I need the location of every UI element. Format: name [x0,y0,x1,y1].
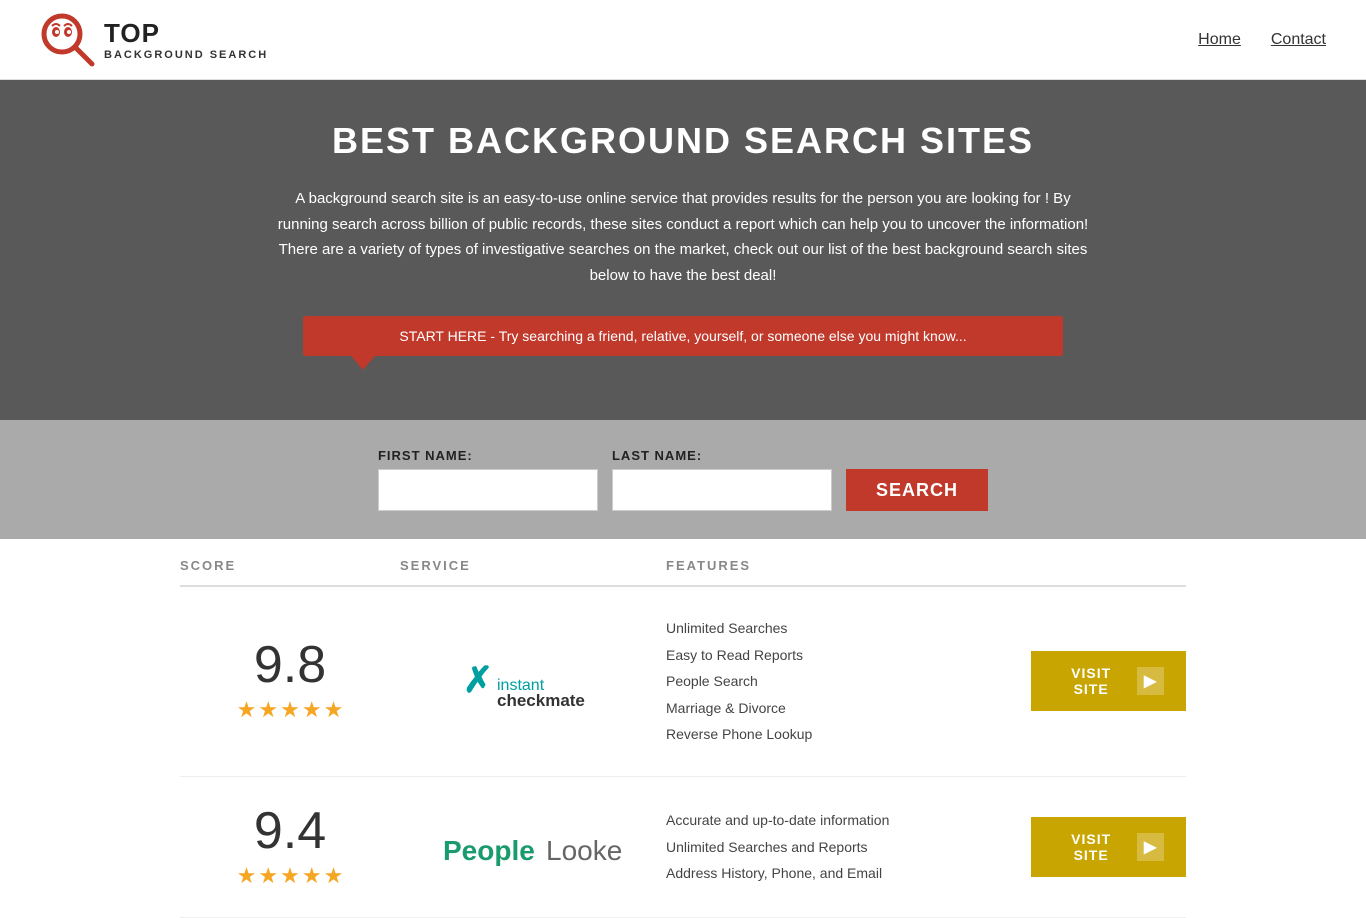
svg-text:Looker: Looker [546,835,623,866]
features-area-1: Unlimited Searches Easy to Read Reports … [666,615,1006,748]
th-action [1006,557,1186,575]
visit-site-button-2[interactable]: VISIT SITE ▶ [1031,817,1186,877]
star-1: ★ [237,697,257,723]
last-name-input[interactable] [612,469,832,511]
star-2: ★ [258,863,278,889]
service-area-1: ✗ instant checkmate [400,656,666,706]
th-service: SERVICE [400,557,666,575]
nav-home[interactable]: Home [1198,31,1241,49]
service-area-2: People Looker [400,822,666,872]
hero-title: BEST BACKGROUND SEARCH SITES [20,120,1346,162]
checkmate-logo-svg: ✗ instant checkmate [463,656,603,706]
peoplelooker-logo-svg: People Looker [443,822,623,872]
score-num-1: 9.8 [254,639,326,691]
svg-text:checkmate: checkmate [497,691,585,706]
stars-2: ★ ★ ★ ★ ★ [237,863,344,889]
main-nav: Home Contact [1198,31,1326,49]
action-area-2: VISIT SITE ▶ [1006,817,1186,877]
hero-description: A background search site is an easy-to-u… [273,186,1093,288]
star-3: ★ [280,863,300,889]
visit-site-label-1: VISIT SITE [1053,665,1129,697]
feature-item: Unlimited Searches and Reports [666,834,1006,861]
logo-sub-text: BACKGROUND SEARCH [104,49,268,61]
site-header: TOP BACKGROUND SEARCH Home Contact [0,0,1366,80]
features-area-2: Accurate and up-to-date information Unli… [666,807,1006,887]
star-3: ★ [280,697,300,723]
feature-item: Reverse Phone Lookup [666,721,1006,748]
feature-item: Accurate and up-to-date information [666,807,1006,834]
svg-text:People: People [443,835,535,866]
peoplelooker-logo: People Looker [443,822,623,872]
first-name-group: FIRST NAME: [378,448,598,511]
nav-contact[interactable]: Contact [1271,31,1326,49]
logo-top-text: TOP [104,18,268,49]
callout-bar: START HERE - Try searching a friend, rel… [303,316,1063,356]
th-score: SCORE [180,557,400,575]
feature-item: Unlimited Searches [666,615,1006,642]
hero-section: BEST BACKGROUND SEARCH SITES A backgroun… [0,80,1366,420]
stars-1: ★ ★ ★ ★ ★ [237,697,344,723]
star-1: ★ [237,863,257,889]
callout-wrap: START HERE - Try searching a friend, rel… [303,316,1063,370]
first-name-label: FIRST NAME: [378,448,598,463]
feature-item: People Search [666,668,1006,695]
feature-item: Address History, Phone, and Email [666,860,1006,887]
score-num-2: 9.4 [254,805,326,857]
logo-text: TOP BACKGROUND SEARCH [104,18,268,61]
search-button[interactable]: SEARCH [846,469,988,511]
last-name-group: LAST NAME: [612,448,832,511]
feature-item: Marriage & Divorce [666,695,1006,722]
table-header: SCORE SERVICE FEATURES [180,539,1186,587]
star-4: ★ [302,863,322,889]
logo-area: TOP BACKGROUND SEARCH [40,12,268,67]
search-form-section: FIRST NAME: LAST NAME: SEARCH [0,420,1366,539]
results-table-section: SCORE SERVICE FEATURES 9.8 ★ ★ ★ ★ ★ [0,539,1366,918]
last-name-label: LAST NAME: [612,448,832,463]
logo-icon [40,12,100,67]
table-row: 9.8 ★ ★ ★ ★ ★ ✗ instant checkmate Unlimi [180,587,1186,777]
score-area-2: 9.4 ★ ★ ★ ★ ★ [180,805,400,889]
visit-site-button-1[interactable]: VISIT SITE ▶ [1031,651,1186,711]
action-area-1: VISIT SITE ▶ [1006,651,1186,711]
visit-site-arrow-2: ▶ [1137,833,1164,861]
star-5: ★ [324,863,344,889]
star-2: ★ [258,697,278,723]
first-name-input[interactable] [378,469,598,511]
visit-site-label-2: VISIT SITE [1053,831,1129,863]
visit-site-arrow-1: ▶ [1137,667,1164,695]
table-row: 9.4 ★ ★ ★ ★ ★ People Looker Accurate and… [180,777,1186,918]
star-5: ★ [324,697,344,723]
search-form: FIRST NAME: LAST NAME: SEARCH [20,448,1346,511]
callout-arrow [351,356,375,370]
feature-item: Easy to Read Reports [666,642,1006,669]
score-area-1: 9.8 ★ ★ ★ ★ ★ [180,639,400,723]
th-features: FEATURES [666,557,1006,575]
svg-text:✗: ✗ [463,659,493,700]
checkmate-logo: ✗ instant checkmate [463,656,603,706]
star-4: ★ [302,697,322,723]
